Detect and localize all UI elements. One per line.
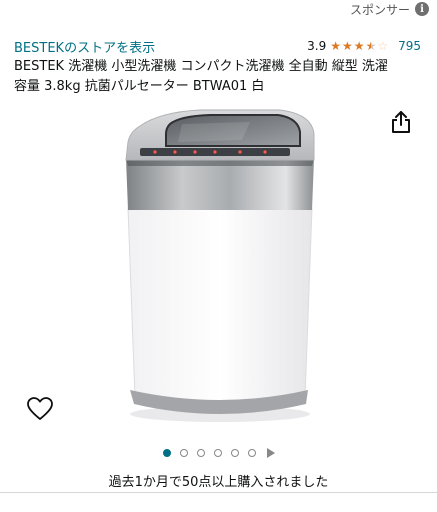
star-icon: ★ xyxy=(342,39,353,53)
star-icon: ★ xyxy=(330,39,342,53)
sponsored-text: スポンサー xyxy=(349,2,410,17)
carousel-dot[interactable] xyxy=(213,449,222,457)
purchase-count-note: 過去1か月で50点以上購入されました xyxy=(108,475,329,490)
store-link[interactable]: BESTEKのストアを表示 xyxy=(14,37,155,56)
carousel-dot[interactable] xyxy=(230,449,239,457)
carousel-dot[interactable] xyxy=(179,449,188,457)
image-carousel-indicators xyxy=(0,446,437,460)
rating-value: 3.9 xyxy=(307,39,327,53)
product-image[interactable] xyxy=(100,98,340,428)
star-empty-icon: ☆ xyxy=(377,39,389,53)
rating-count-link[interactable]: 795 xyxy=(398,39,421,53)
play-icon[interactable] xyxy=(266,448,275,458)
product-title[interactable]: BESTEK 洗濯機 小型洗濯機 コンパクト洗濯機 全自動 縦型 洗濯容量 3.… xyxy=(14,57,394,97)
store-rating-row: BESTEKのストアを表示 3.9 ★ ★ ★ ★ ☆ 795 xyxy=(14,37,421,56)
rating-summary[interactable]: 3.9 ★ ★ ★ ★ ☆ 795 xyxy=(307,39,421,53)
heart-icon[interactable] xyxy=(26,396,54,422)
star-rating: ★ ★ ★ ★ ☆ xyxy=(330,40,388,52)
info-icon[interactable]: i xyxy=(415,2,429,16)
star-half-icon: ★ xyxy=(365,39,377,53)
carousel-dot[interactable] xyxy=(247,449,256,457)
star-icon: ★ xyxy=(353,39,365,53)
carousel-dot-active[interactable] xyxy=(162,449,171,457)
carousel-dot[interactable] xyxy=(196,449,205,457)
share-icon[interactable] xyxy=(390,110,412,134)
sponsored-label[interactable]: スポンサー i xyxy=(350,0,429,18)
divider xyxy=(0,492,437,493)
